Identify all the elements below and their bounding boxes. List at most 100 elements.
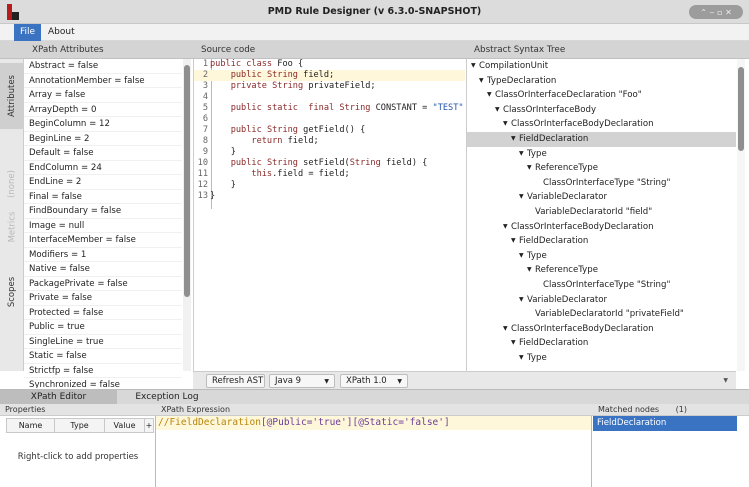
code-line[interactable]: 7 public String getField() { bbox=[194, 125, 465, 136]
attribute-row[interactable]: Abstract = false bbox=[24, 59, 182, 74]
attribute-row[interactable]: Strictfp = false bbox=[24, 364, 182, 378]
ast-node[interactable]: ▼ VariableDeclarator bbox=[467, 190, 736, 205]
expand-arrow-icon[interactable]: ▼ bbox=[527, 161, 535, 176]
expand-arrow-icon[interactable]: ▼ bbox=[511, 132, 519, 147]
expand-arrow-icon[interactable]: ▼ bbox=[519, 293, 527, 308]
attribute-row[interactable]: Synchronized = false bbox=[24, 378, 182, 388]
ast-node[interactable]: ▼ FieldDeclaration bbox=[467, 234, 736, 249]
attribute-row[interactable]: EndColumn = 24 bbox=[24, 161, 182, 175]
ast-node[interactable]: ClassOrInterfaceType "String" bbox=[467, 278, 736, 293]
code-line[interactable]: 1 public class Foo { bbox=[194, 59, 465, 70]
tab-xpath-editor[interactable]: XPath Editor bbox=[0, 390, 117, 405]
code-line[interactable]: 4 bbox=[194, 92, 465, 103]
expand-arrow-icon[interactable]: ▼ bbox=[479, 74, 487, 89]
ast-node[interactable]: ▼ Type bbox=[467, 147, 736, 162]
expand-arrow-icon[interactable]: ▼ bbox=[495, 103, 503, 118]
menu-file[interactable]: File bbox=[14, 24, 42, 41]
attribute-row[interactable]: PackagePrivate = false bbox=[24, 277, 182, 291]
expand-arrow-icon[interactable]: ▼ bbox=[527, 263, 535, 278]
tab-scopes[interactable]: Scopes bbox=[0, 269, 24, 314]
attribute-list[interactable]: Abstract = false AnnotationMember = false… bbox=[24, 59, 182, 388]
add-property-icon[interactable]: + bbox=[145, 419, 153, 432]
attribute-list-scrollbar[interactable] bbox=[183, 59, 191, 371]
expand-arrow-icon[interactable]: ▼ bbox=[519, 249, 527, 264]
attribute-row[interactable]: FindBoundary = false bbox=[24, 204, 182, 219]
column-name[interactable]: Name bbox=[7, 419, 55, 432]
expand-arrow-icon[interactable]: ▼ bbox=[471, 59, 479, 74]
attribute-row[interactable]: EndLine = 2 bbox=[24, 175, 182, 190]
expand-arrow-icon[interactable]: ▼ bbox=[519, 147, 527, 162]
code-line[interactable]: 2 public String field; bbox=[194, 70, 465, 81]
properties-table[interactable]: Name Type Value + Right-click to add pro… bbox=[0, 416, 156, 487]
ast-tree[interactable]: ▼ CompilationUnit ▼ TypeDeclaration ▼ ClassOr… bbox=[466, 59, 736, 371]
ast-node[interactable]: ▼ TypeDeclaration bbox=[467, 74, 736, 89]
code-line[interactable]: 6 bbox=[194, 114, 465, 125]
xpath-version-select[interactable]: XPath 1.0 ▼ bbox=[340, 374, 408, 388]
attribute-row[interactable]: Protected = false bbox=[24, 306, 182, 320]
ast-node[interactable]: ▼ FieldDeclaration bbox=[467, 336, 736, 351]
expand-arrow-icon[interactable]: ▼ bbox=[503, 220, 511, 235]
attribute-row[interactable]: ArrayDepth = 0 bbox=[24, 103, 182, 117]
attribute-row[interactable]: Private = false bbox=[24, 291, 182, 306]
expand-arrow-icon[interactable]: ▼ bbox=[487, 88, 495, 103]
ast-node[interactable]: ▼ FieldDeclaration bbox=[467, 131, 736, 147]
attribute-row[interactable]: InterfaceMember = false bbox=[24, 233, 182, 248]
attribute-row[interactable]: Final = false bbox=[24, 190, 182, 204]
source-code-editor[interactable]: 1 public class Foo {2 public String field… bbox=[193, 59, 465, 371]
tab-attributes[interactable]: Attributes bbox=[0, 63, 24, 129]
tab-exception-log[interactable]: Exception Log bbox=[117, 390, 217, 405]
expand-arrow-icon[interactable]: ▼ bbox=[503, 117, 511, 132]
tab-none[interactable]: (none) bbox=[0, 159, 24, 209]
xpath-expression-line[interactable]: //FieldDeclaration[@Public='true'][@Stat… bbox=[156, 416, 591, 430]
ast-node[interactable]: ▼ ClassOrInterfaceBody bbox=[467, 103, 736, 118]
code-line[interactable]: 5 public static final String CONSTANT = … bbox=[194, 103, 465, 114]
attribute-row[interactable]: Public = true bbox=[24, 320, 182, 335]
tab-metrics[interactable]: Metrics bbox=[0, 207, 24, 247]
expand-arrow-icon[interactable]: ▼ bbox=[503, 322, 511, 337]
ast-node[interactable]: VariableDeclaratorId "field" bbox=[467, 205, 736, 220]
code-line[interactable]: 9 } bbox=[194, 147, 465, 158]
ast-node[interactable]: ▼ ClassOrInterfaceBodyDeclaration bbox=[467, 220, 736, 235]
matched-node-item[interactable]: FieldDeclaration bbox=[593, 416, 737, 431]
code-line[interactable]: 12 } bbox=[194, 180, 465, 191]
expand-arrow-icon[interactable]: ▼ bbox=[511, 336, 519, 351]
ast-node[interactable]: ▼ ReferenceType bbox=[467, 161, 736, 176]
attribute-scroll-thumb[interactable] bbox=[184, 65, 190, 297]
attribute-row[interactable]: Array = false bbox=[24, 88, 182, 103]
window-controls[interactable]: ⌃ ‒ ▫ ✕ bbox=[689, 5, 743, 19]
language-select[interactable]: Java 9 ▼ bbox=[269, 374, 335, 388]
attribute-row[interactable]: Image = null bbox=[24, 219, 182, 233]
code-line[interactable]: 13} bbox=[194, 191, 465, 202]
ast-node[interactable]: ClassOrInterfaceType "String" bbox=[467, 176, 736, 191]
attribute-row[interactable]: BeginColumn = 12 bbox=[24, 117, 182, 132]
attribute-row[interactable]: BeginLine = 2 bbox=[24, 132, 182, 146]
expand-arrow-icon[interactable]: ▼ bbox=[519, 190, 527, 205]
code-line[interactable]: 11 this.field = field; bbox=[194, 169, 465, 180]
expand-arrow-icon[interactable]: ▼ bbox=[511, 234, 519, 249]
attribute-row[interactable]: Modifiers = 1 bbox=[24, 248, 182, 262]
ast-node[interactable]: VariableDeclaratorId "privateField" bbox=[467, 307, 736, 322]
matched-nodes-list[interactable]: FieldDeclaration bbox=[593, 416, 737, 487]
xpath-expression-editor[interactable]: //FieldDeclaration[@Public='true'][@Stat… bbox=[156, 416, 592, 487]
code-line[interactable]: 10 public String setField(String field) … bbox=[194, 158, 465, 169]
expand-arrow-icon[interactable]: ▼ bbox=[519, 351, 527, 366]
ast-node[interactable]: ▼ ClassOrInterfaceBodyDeclaration bbox=[467, 117, 736, 132]
attribute-row[interactable]: Native = false bbox=[24, 262, 182, 277]
refresh-ast-button[interactable]: Refresh AST bbox=[206, 374, 265, 388]
attribute-row[interactable]: SingleLine = true bbox=[24, 335, 182, 349]
ast-node[interactable]: ▼ Type bbox=[467, 249, 736, 264]
column-value[interactable]: Value bbox=[105, 419, 145, 432]
ast-node[interactable]: ▼ VariableDeclarator bbox=[467, 293, 736, 308]
attribute-row[interactable]: Static = false bbox=[24, 349, 182, 364]
ast-node[interactable]: ▼ ClassOrInterfaceBodyDeclaration bbox=[467, 322, 736, 337]
code-line[interactable]: 3 private String privateField; bbox=[194, 81, 465, 92]
menu-about[interactable]: About bbox=[42, 24, 81, 41]
ast-node[interactable]: ▼ Type bbox=[467, 351, 736, 366]
attribute-row[interactable]: AnnotationMember = false bbox=[24, 74, 182, 88]
ast-scrollbar[interactable] bbox=[737, 59, 745, 371]
ast-scroll-thumb[interactable] bbox=[738, 67, 744, 151]
ast-node[interactable]: ▼ ClassOrInterfaceDeclaration "Foo" bbox=[467, 88, 736, 103]
ast-node[interactable]: ▼ CompilationUnit bbox=[467, 59, 736, 74]
expand-panel-icon[interactable]: ▼ bbox=[723, 377, 728, 384]
code-line[interactable]: 8 return field; bbox=[194, 136, 465, 147]
